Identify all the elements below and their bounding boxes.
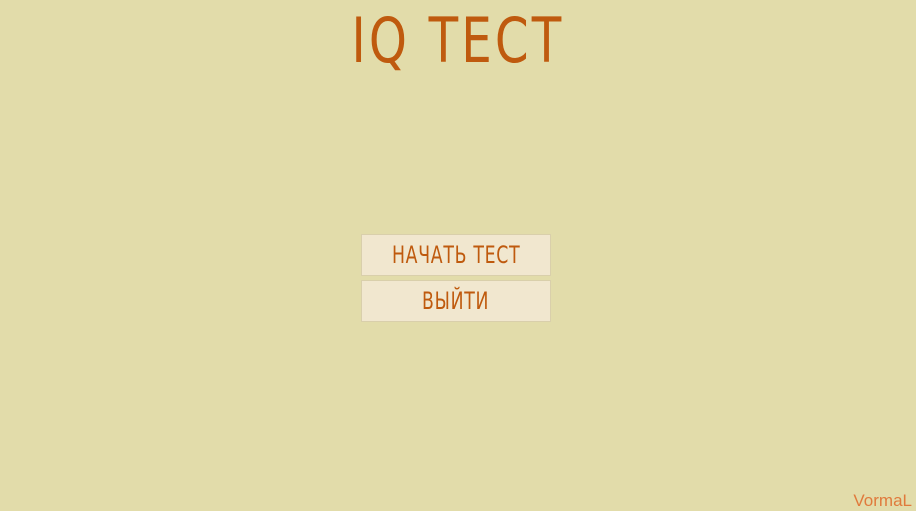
exit-label: ВЫЙТИ — [422, 287, 490, 315]
start-test-label: НАЧАТЬ ТЕСТ — [391, 241, 521, 269]
start-test-button[interactable]: НАЧАТЬ ТЕСТ — [361, 234, 551, 276]
exit-button[interactable]: ВЫЙТИ — [361, 280, 551, 322]
watermark-text: VormaL — [853, 491, 912, 510]
page-title: IQ ТЕСТ — [351, 3, 565, 77]
